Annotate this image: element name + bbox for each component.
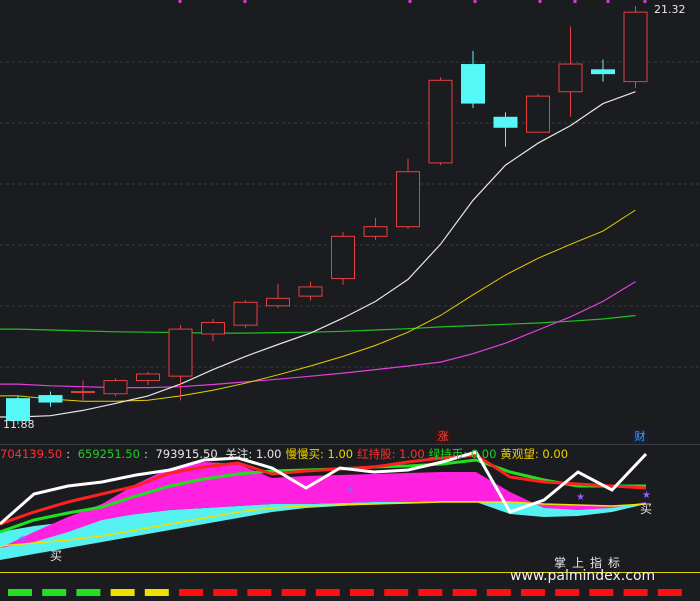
signal-bar xyxy=(384,589,409,596)
candle-body-up xyxy=(136,373,160,382)
signal-bar xyxy=(76,589,101,596)
candle-body-up xyxy=(558,63,583,93)
top-marker xyxy=(243,0,247,3)
signal-bar xyxy=(179,589,203,596)
signal-bar xyxy=(281,589,306,596)
candle-body-down xyxy=(38,395,63,403)
signal-bar xyxy=(418,589,443,596)
signal-bar xyxy=(452,589,477,596)
top-marker xyxy=(473,0,477,3)
rise-tag[interactable]: 涨 xyxy=(435,430,451,444)
legend-item-4: 黄观望: 0.00 xyxy=(500,447,569,461)
buy-signal-1: 买 xyxy=(50,549,63,563)
top-marker xyxy=(606,0,610,3)
signal-bar xyxy=(110,589,135,596)
ma-white-line xyxy=(0,91,636,418)
signal-bar xyxy=(315,589,340,596)
legend-item-1: 慢慢买: 1.00 xyxy=(285,447,354,461)
signal-bars xyxy=(8,589,682,596)
moving-average-lines xyxy=(0,91,636,418)
legend-item-0: 关注: 1.00 xyxy=(225,447,282,461)
low-price-label: 11.88 xyxy=(3,418,35,431)
signal-bar xyxy=(213,589,238,596)
top-marker xyxy=(643,0,647,3)
candle-body-up xyxy=(526,95,550,133)
candle-body-up xyxy=(428,79,453,164)
star-marker: ★ xyxy=(346,485,355,496)
signal-bar xyxy=(247,589,272,596)
candle-body-down xyxy=(461,64,485,104)
candle-body-up xyxy=(168,328,193,377)
top-marker xyxy=(538,0,542,3)
candle-body-up xyxy=(396,171,420,228)
candle-body-up xyxy=(201,322,225,335)
signal-bar xyxy=(555,589,580,596)
signal-bar xyxy=(657,589,682,596)
top-marker xyxy=(178,0,182,3)
price-grid xyxy=(0,61,700,368)
indicator-legend: 704139.50: 659251.50: 793915.50 关注: 1.00… xyxy=(0,447,569,461)
ma-magenta-line xyxy=(0,281,636,389)
signal-bar xyxy=(350,589,374,596)
candle-body-up xyxy=(298,286,323,297)
legend-value-1: 704139.50 xyxy=(0,447,63,461)
top-markers xyxy=(178,0,647,3)
buy-signal-2: 买 xyxy=(640,502,653,516)
star-marker: ★ xyxy=(18,534,27,545)
candle-body-up xyxy=(266,297,290,307)
candle-body-up xyxy=(331,235,355,280)
candle-body-up xyxy=(103,380,128,395)
legend-item-2: 红持股: 1.00 xyxy=(357,447,425,461)
signal-bar xyxy=(623,589,648,596)
signal-bar xyxy=(144,589,169,596)
legend-value-3: 793915.50 xyxy=(155,447,218,461)
signal-bar xyxy=(8,589,32,596)
top-marker xyxy=(573,0,577,3)
signal-bar xyxy=(42,589,67,596)
legend-value-2: 659251.50 xyxy=(77,447,140,461)
candle-body-up xyxy=(71,391,95,394)
candle-body-down xyxy=(493,116,518,128)
watermark-url: www.palmindex.com xyxy=(510,568,656,584)
high-price-label: 21.32 xyxy=(654,3,686,16)
chart-canvas: ★★★ ★ xyxy=(0,0,700,596)
candle-body-up xyxy=(233,301,258,326)
candle-body-up xyxy=(363,226,388,237)
ma-green-line xyxy=(0,314,636,334)
signal-bar xyxy=(521,589,545,596)
star-marker: ★ xyxy=(576,492,585,503)
legend-item-3: 绿持币: 0.00 xyxy=(428,447,497,461)
signal-bar xyxy=(486,589,511,596)
candle-body-down xyxy=(591,69,615,75)
signal-bar xyxy=(589,589,614,596)
financial-report-tag[interactable]: 财 xyxy=(632,430,648,444)
candle-body-up xyxy=(623,11,648,83)
top-marker xyxy=(408,0,412,3)
